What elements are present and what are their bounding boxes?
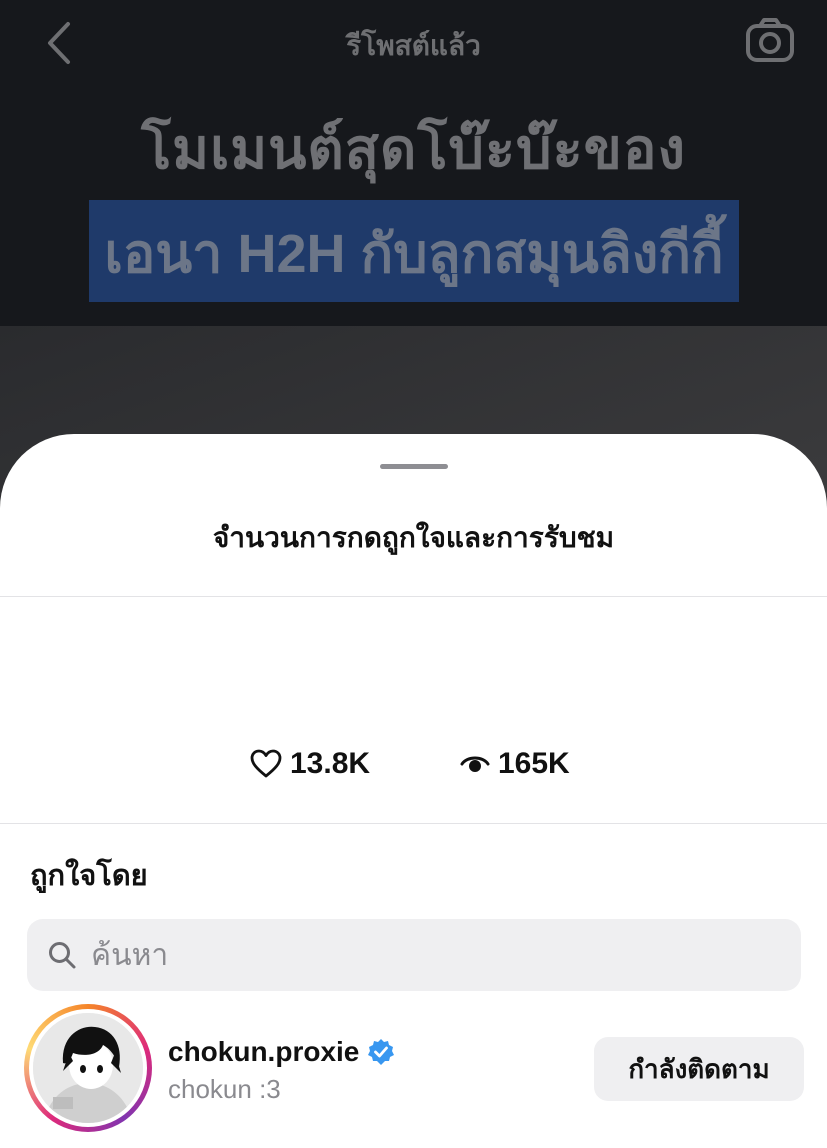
eye-icon [460,756,490,772]
search-placeholder: ค้นหา [91,938,169,972]
verified-badge-icon [368,1039,395,1065]
list-item[interactable]: chokun.proxie chokun :3 กำลังติดตาม [0,1004,827,1138]
views-count: 165K [498,747,570,780]
avatar[interactable] [24,1004,152,1132]
divider [0,596,827,597]
liked-by-label: ถูกใจโดย [30,860,148,892]
story-headline: โมเมนต์สุดโบ๊ะบ๊ะของ [141,117,686,180]
reposted-label: รีโพสต์แล้ว [346,30,481,61]
search-input[interactable]: ค้นหา [27,919,801,991]
likes-stat: 13.8K [250,742,370,786]
sheet-grabber[interactable] [380,464,448,469]
avatar-image [33,1013,143,1123]
sheet-title: จำนวนการกดถูกใจและการรับชม [212,522,615,553]
likes-views-sheet: จำนวนการกดถูกใจและการรับชม 13.8K 165K ถู… [0,434,827,1148]
username[interactable]: chokun.proxie [168,1036,395,1068]
search-icon [49,942,76,969]
story-top-bar: รีโพสต์แล้ว [0,0,827,90]
heart-icon [250,749,282,778]
divider [0,823,827,824]
views-stat: 165K [460,742,570,786]
camera-icon [746,18,794,62]
stats-row: 13.8K 165K [0,742,827,786]
likes-count: 13.8K [290,747,371,780]
camera-button[interactable] [740,14,800,70]
story-highlight-text: เอนา H2H กับลูกสมุนลิงกีกี้ [104,224,724,284]
following-button[interactable]: กำลังติดตาม [594,1037,804,1101]
display-name: chokun :3 [168,1074,281,1104]
username-text: chokun.proxie [168,1036,360,1067]
